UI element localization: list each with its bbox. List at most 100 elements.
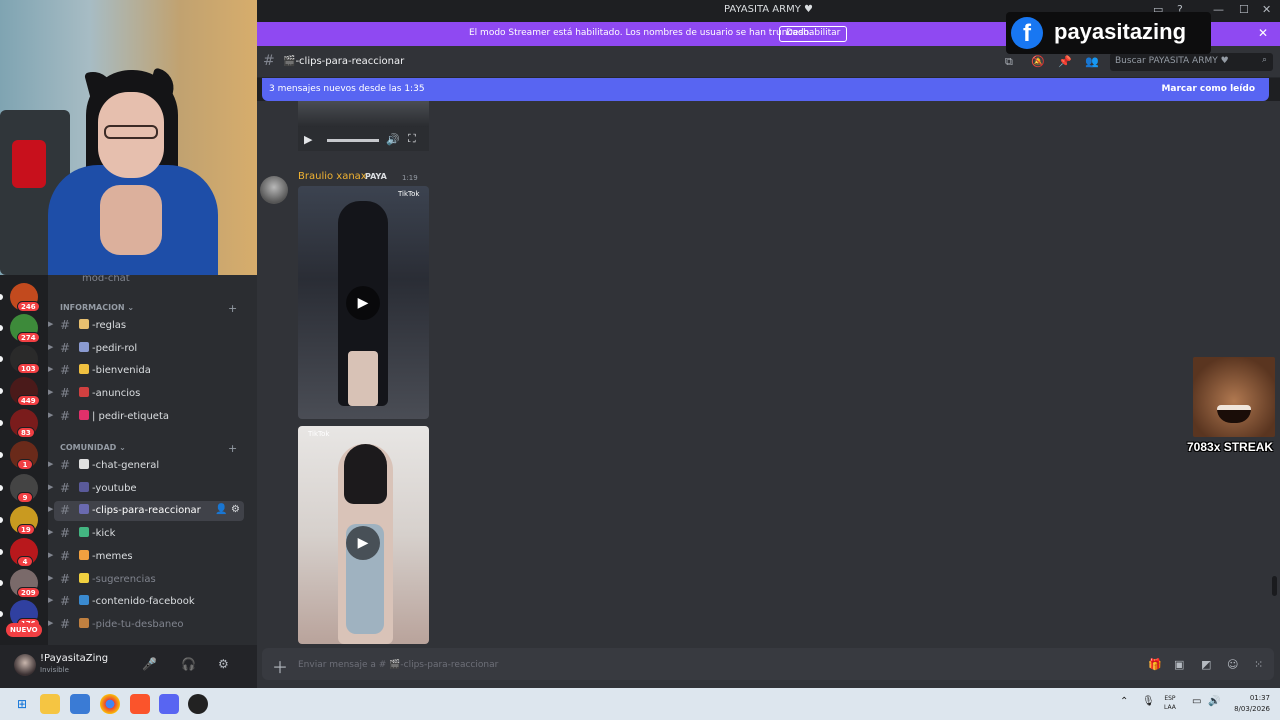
channel-item[interactable]: ▶ # -reglas (48, 316, 244, 336)
network-icon[interactable]: ▭ (1192, 696, 1201, 707)
add-channel-icon[interactable]: + (228, 442, 237, 455)
sticker-icon[interactable]: ◩ (1201, 658, 1211, 671)
channel-label: -anuncios (92, 388, 141, 400)
file-explorer-icon[interactable] (40, 694, 60, 714)
message-author[interactable]: Braulio xanax (298, 171, 367, 182)
channel-item[interactable]: ▶ # -chat-general (48, 456, 244, 476)
emoji-icon[interactable]: ☺ (1227, 658, 1238, 671)
play-icon[interactable]: ▶ (304, 133, 312, 146)
mark-read-button[interactable]: Marcar como leído (1161, 84, 1255, 94)
channel-item[interactable]: ▶ # -bienvenida (48, 361, 244, 381)
message-timestamp: 1:19 (402, 174, 418, 182)
volume-icon[interactable]: 🔊 (386, 133, 400, 146)
message-list[interactable]: ▶ 🔊 ⛶ Braulio xanax PAYA 1:19 TikTok ▶ T… (257, 101, 1280, 644)
scrollbar[interactable] (1272, 576, 1277, 596)
brave-icon[interactable] (130, 694, 150, 714)
avatar[interactable] (260, 176, 288, 204)
channel-item[interactable]: ▶ # -pedir-rol (48, 339, 244, 359)
chevron-right-icon: ▶ (48, 365, 54, 374)
add-member-icon[interactable]: 👤 (215, 504, 227, 515)
minimize-button[interactable]: — (1213, 3, 1224, 16)
app-window-icon[interactable] (70, 694, 90, 714)
language-indicator[interactable]: ESP LAA (1164, 694, 1176, 712)
chevron-right-icon: ▶ (48, 573, 54, 582)
fullscreen-icon[interactable]: ⛶ (408, 132, 416, 146)
banner-message: El modo Streamer está habilitado. Los no… (469, 28, 812, 38)
disable-streamer-button[interactable]: Deshabilitar (779, 26, 848, 42)
new-messages-bar[interactable]: 3 mensajes nuevos desde las 1:35 Marcar … (262, 78, 1269, 101)
category-informacion[interactable]: INFORMACION ⌄ + (60, 302, 237, 315)
add-channel-icon[interactable]: + (228, 302, 237, 315)
channel-item[interactable]: ▶ # -memes (48, 547, 244, 567)
channel-item[interactable]: ▶ # -anuncios (48, 384, 244, 404)
play-icon[interactable]: ▶ (346, 526, 380, 560)
mic-muted-icon[interactable]: 🎤 (142, 657, 157, 671)
avatar[interactable] (14, 654, 36, 676)
windows-start-icon[interactable]: ⊞ (12, 694, 32, 714)
obs-icon[interactable] (188, 694, 208, 714)
gear-icon[interactable]: ⚙ (218, 657, 229, 671)
close-icon[interactable]: ✕ (1258, 26, 1268, 40)
message-input[interactable]: ＋ Enviar mensaje a # 🎬-clips-para-reacci… (262, 648, 1274, 680)
member-list-icon[interactable]: 👥 (1085, 55, 1099, 68)
category-label: INFORMACION (60, 303, 125, 312)
hash-icon: # (60, 526, 71, 541)
mention-badge: 83 (17, 427, 35, 438)
gear-icon[interactable]: ⚙ (231, 504, 240, 515)
discord-icon[interactable] (159, 694, 179, 714)
video-attachment-1[interactable]: TikTok ▶ (298, 186, 429, 419)
apps-icon[interactable]: ⁙ (1254, 658, 1263, 671)
clock-date: 8/03/2026 (1234, 705, 1270, 713)
gift-icon[interactable]: 🎁 (1148, 658, 1162, 671)
video-attachment-2[interactable]: TikTok ▶ (298, 426, 429, 644)
microphone-tray-icon[interactable]: 🎙 (1142, 696, 1155, 707)
mention-badge: 1 (17, 459, 33, 470)
chevron-up-icon[interactable]: ⌃ (1120, 696, 1128, 707)
channel-label: -kick (92, 528, 116, 540)
play-icon[interactable]: ▶ (346, 286, 380, 320)
new-badge[interactable]: NUEVO (6, 623, 42, 637)
channel-label: -reglas (92, 320, 127, 331)
hash-icon: # (60, 594, 71, 609)
hash-icon: # (60, 408, 71, 423)
pin-icon[interactable]: 📌 (1058, 55, 1072, 68)
volume-icon[interactable]: 🔊 (1208, 696, 1220, 707)
close-window-button[interactable]: ✕ (1262, 3, 1271, 16)
message-placeholder: Enviar mensaje a # 🎬-clips-para-reaccion… (298, 660, 499, 670)
username[interactable]: !PayasitaZing (40, 653, 108, 664)
channel-emoji-icon (79, 409, 89, 420)
channel-item[interactable]: ▶ # -kick (48, 524, 244, 544)
channel-item[interactable]: ▶ # -clips-para-reaccionar 👤 ⚙ (48, 501, 244, 522)
add-attachment-icon[interactable]: ＋ (272, 654, 288, 678)
gif-icon[interactable]: ▣ (1174, 658, 1184, 671)
mention-badge: 449 (17, 395, 40, 406)
channel-item[interactable]: ▶ # -youtube (48, 479, 244, 499)
tiktok-watermark: TikTok (398, 190, 420, 198)
threads-icon[interactable]: ⧉ (1005, 55, 1013, 69)
channel-item[interactable]: ▶ # -contenido-facebook (48, 592, 244, 612)
notification-bell-icon[interactable]: 🔕 (1031, 55, 1045, 68)
chevron-right-icon: ▶ (48, 528, 54, 537)
chrome-icon[interactable] (100, 694, 120, 714)
facebook-logo: f (1011, 17, 1043, 49)
channel-label: -pide-tu-desbaneo (92, 618, 184, 630)
figure-hair (344, 444, 387, 504)
video-attachment-previous[interactable]: ▶ 🔊 ⛶ (298, 101, 429, 151)
channel-emoji-icon (79, 341, 89, 352)
headphones-icon[interactable]: 🎧 (181, 657, 196, 671)
search-placeholder: Buscar PAYASITA ARMY ♥ (1115, 56, 1229, 66)
volume-slider[interactable] (327, 139, 379, 142)
chevron-right-icon: ▶ (48, 388, 54, 397)
category-comunidad[interactable]: COMUNIDAD ⌄ + (60, 442, 237, 455)
user-panel: !PayasitaZing Invisible 🎤 🎧 ⚙ (0, 645, 257, 688)
channel-item[interactable]: ▶ # -sugerencias (48, 570, 244, 590)
figure-legs (348, 351, 378, 406)
channel-item[interactable]: mod-chat (54, 275, 244, 289)
channel-item[interactable]: ▶ # -pide-tu-desbaneo (48, 615, 244, 635)
channel-item[interactable]: ▶ # | pedir-etiqueta (48, 407, 244, 427)
channel-label: -clips-para-reaccionar (92, 505, 201, 517)
channel-emoji-icon (79, 481, 89, 492)
clock[interactable]: 01:37 8/03/2026 (1228, 693, 1270, 715)
search-input[interactable]: Buscar PAYASITA ARMY ♥ ⌕ (1110, 53, 1273, 71)
maximize-button[interactable]: ☐ (1239, 3, 1249, 16)
